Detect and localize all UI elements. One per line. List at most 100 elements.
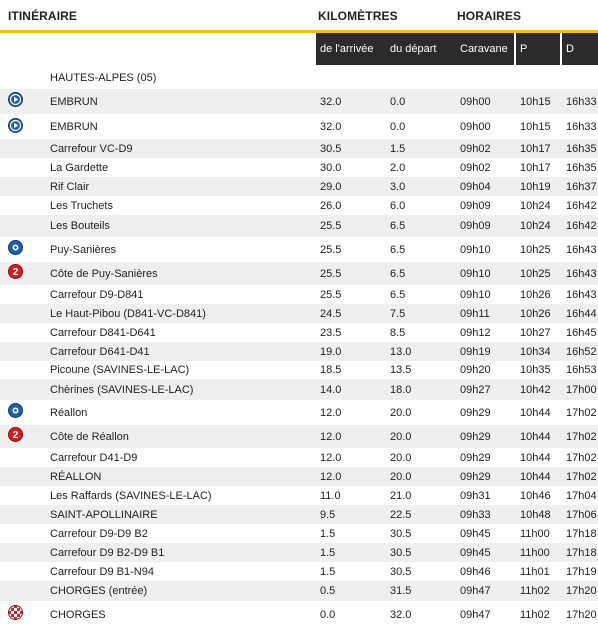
row-km-depart: 6.5 — [390, 288, 406, 301]
row-name: Picoune (SAVINES-LE-LAC) — [50, 364, 190, 376]
climb-icon: 2 — [8, 427, 23, 442]
table-row: 2 Côte de Puy-Sanières 25.5 6.5 09h10 10h25 16… — [0, 262, 598, 285]
section-row: HAUTES-ALPES (05) — [0, 68, 598, 88]
row-name: Les Raffards (SAVINES-LE-LAC) — [50, 489, 212, 502]
row-name: CHORGES — [50, 608, 106, 621]
row-km-depart: 20.0 — [390, 451, 412, 464]
row-km-depart: 2.0 — [390, 161, 406, 174]
row-name: Carrefour D641-D41 — [50, 345, 150, 358]
row-time-d: 16h43 — [566, 267, 597, 280]
row-time-d: 17h18 — [566, 527, 597, 540]
row-time-p: 10h17 — [520, 142, 551, 155]
row-time-p: 10h44 — [520, 451, 551, 464]
row-km-arrivee: 25.5 — [320, 243, 342, 256]
row-km-depart: 6.0 — [390, 199, 406, 212]
row-km-depart: 0.0 — [390, 95, 406, 108]
row-name: Carrefour VC-D9 — [50, 142, 133, 155]
row-time-p: 10h35 — [520, 364, 551, 376]
row-name: EMBRUN — [50, 95, 98, 108]
row-name: Côte de Réallon — [50, 430, 129, 443]
row-time-p: 11h01 — [520, 565, 550, 578]
row-km-depart: 6.5 — [390, 220, 406, 232]
table-row: EMBRUN 32.0 0.0 09h00 10h15 16h33 — [0, 115, 598, 139]
row-time-d: 16h43 — [566, 288, 597, 301]
row-km-depart: 18.0 — [390, 383, 412, 396]
row-time-caravane: 09h33 — [460, 508, 491, 521]
row-km-arrivee: 24.5 — [320, 307, 342, 320]
row-name: Carrefour D9-D841 — [50, 288, 144, 301]
play-icon — [8, 92, 23, 107]
row-time-p: 11h00 — [520, 546, 550, 559]
row-time-p: 10h27 — [520, 326, 551, 339]
row-km-depart: 1.5 — [390, 142, 406, 155]
row-km-arrivee: 14.0 — [320, 383, 342, 396]
row-km-depart: 32.0 — [390, 608, 412, 621]
row-name: Carrefour D9 B1-N94 — [50, 565, 154, 578]
row-km-arrivee: 25.5 — [320, 220, 342, 232]
row-km-arrivee: 0.0 — [320, 608, 336, 621]
horaires-heading: HORAIRES — [457, 9, 522, 23]
row-km-depart: 13.0 — [390, 345, 412, 358]
row-time-d: 16h35 — [566, 142, 597, 155]
row-time-caravane: 09h47 — [460, 585, 491, 597]
row-time-p: 11h02 — [520, 608, 550, 621]
row-time-d: 16h42 — [566, 199, 597, 212]
itineraire-heading: ITINÉRAIRE — [8, 9, 78, 23]
row-time-caravane: 09h31 — [460, 489, 491, 502]
row-time-d: 17h18 — [566, 546, 597, 559]
table-row: Rif Clair 29.0 3.0 09h04 10h19 16h37 — [0, 177, 598, 196]
table-row: Carrefour D41-D9 12.0 20.0 09h29 10h44 17h02 — [0, 448, 598, 467]
row-km-arrivee: 32.0 — [320, 95, 342, 108]
table-row: Les Bouteils 25.5 6.5 09h09 10h24 16h42 — [0, 215, 598, 237]
row-km-arrivee: 18.5 — [320, 364, 342, 376]
row-time-caravane: 09h45 — [460, 546, 491, 559]
svg-text:2: 2 — [13, 267, 19, 278]
table-row: Les Truchets 26.0 6.0 09h09 10h24 16h42 — [0, 196, 598, 215]
row-km-arrivee: 12.0 — [320, 451, 342, 464]
row-time-caravane: 09h29 — [460, 430, 491, 443]
col-p: P — [516, 33, 560, 65]
row-name: Carrefour D9 B2-D9 B1 — [50, 546, 165, 559]
table-row: Carrefour D641-D41 19.0 13.0 09h19 10h34 16h5… — [0, 342, 598, 361]
row-time-d: 16h43 — [566, 243, 597, 256]
row-km-depart: 8.5 — [390, 326, 406, 339]
table-row: Carrefour D9 B2-D9 B1 1.5 30.5 09h45 11h00 17… — [0, 543, 598, 562]
table-row: Carrefour D9-D9 B2 1.5 30.5 09h45 11h00 17h18 — [0, 524, 598, 543]
row-name: EMBRUN — [50, 121, 98, 133]
row-time-caravane: 09h10 — [460, 288, 491, 301]
row-time-p: 10h48 — [520, 508, 551, 521]
row-time-caravane: 09h20 — [460, 364, 491, 376]
row-time-d: 17h02 — [566, 470, 597, 483]
col-caravane: Caravane — [456, 33, 514, 65]
row-time-d: 17h19 — [566, 565, 597, 578]
row-name: Les Bouteils — [50, 220, 110, 232]
row-km-depart: 0.0 — [390, 121, 406, 133]
row-time-p: 10h25 — [520, 267, 551, 280]
table-row: CHORGES 0.0 32.0 09h47 11h02 17h20 — [0, 601, 598, 628]
row-time-caravane: 09h02 — [460, 161, 491, 174]
climb-icon: 2 — [8, 264, 23, 279]
table-row: Carrefour D841-D641 23.5 8.5 09h12 10h27 16h4… — [0, 323, 598, 342]
table-row: Picoune (SAVINES-LE-LAC) 18.5 13.5 09h20 10h… — [0, 361, 598, 379]
row-time-d: 17h00 — [566, 383, 597, 396]
row-time-p: 10h44 — [520, 470, 551, 483]
row-time-p: 10h24 — [520, 220, 551, 232]
table-header: ITINÉRAIRE KILOMÈTRES HORAIRES — [0, 0, 598, 33]
row-time-d: 16h53 — [566, 364, 597, 376]
row-km-arrivee: 1.5 — [320, 546, 336, 559]
row-time-caravane: 09h29 — [460, 470, 491, 483]
row-km-arrivee: 30.5 — [320, 142, 342, 155]
row-km-depart: 30.5 — [390, 527, 412, 540]
row-km-depart: 22.5 — [390, 508, 412, 521]
row-time-p: 11h00 — [520, 527, 550, 540]
row-name: Côte de Puy-Sanières — [50, 267, 158, 280]
row-time-caravane: 09h46 — [460, 565, 491, 578]
row-km-arrivee: 25.5 — [320, 288, 342, 301]
row-km-arrivee: 19.0 — [320, 345, 342, 358]
row-km-depart: 20.0 — [390, 470, 412, 483]
row-time-caravane: 09h00 — [460, 121, 491, 133]
row-time-p: 10h42 — [520, 383, 551, 396]
row-time-d: 16h35 — [566, 161, 597, 174]
row-time-caravane: 09h09 — [460, 220, 491, 232]
row-km-arrivee: 25.5 — [320, 267, 342, 280]
